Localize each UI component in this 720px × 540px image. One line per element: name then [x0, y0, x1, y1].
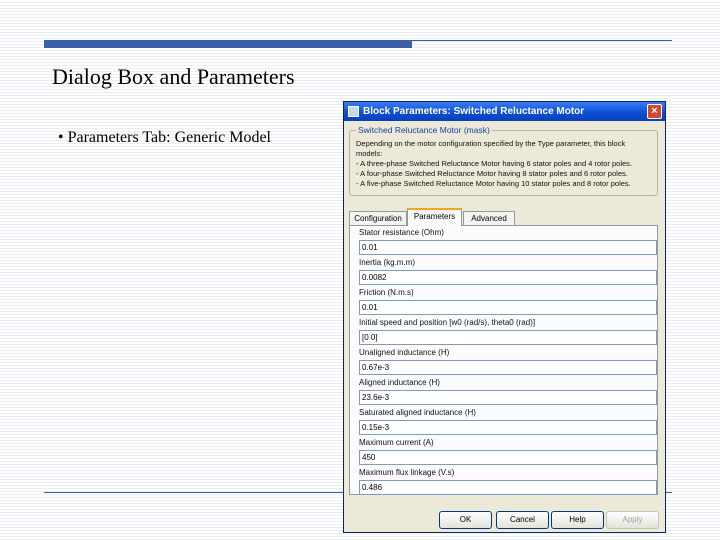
- description-line: - A five-phase Switched Reluctance Motor…: [356, 179, 631, 188]
- dialog-titlebar[interactable]: Block Parameters: Switched Reluctance Mo…: [344, 102, 665, 121]
- parameters-panel: Stator resistance (Ohm) 0.01 Inertia (kg…: [349, 225, 658, 495]
- inertia-field[interactable]: 0.0082: [359, 270, 657, 285]
- description-line: models:: [356, 149, 383, 158]
- close-button[interactable]: ×: [647, 104, 662, 119]
- dialog-title: Block Parameters: Switched Reluctance Mo…: [363, 106, 585, 117]
- tab-configuration[interactable]: Configuration: [349, 211, 407, 225]
- maximum-flux-linkage-field[interactable]: 0.486: [359, 480, 657, 495]
- ok-button[interactable]: OK: [439, 511, 492, 529]
- inertia-label: Inertia (kg.m.m): [359, 258, 416, 267]
- unaligned-inductance-label: Unaligned inductance (H): [359, 348, 450, 357]
- maximum-flux-linkage-label: Maximum flux linkage (V.s): [359, 468, 455, 477]
- slide-bullet: • Parameters Tab: Generic Model: [58, 129, 271, 146]
- maximum-current-field[interactable]: 450: [359, 450, 657, 465]
- unaligned-inductance-field[interactable]: 0.67e-3: [359, 360, 657, 375]
- description-line: - A three-phase Switched Reluctance Moto…: [356, 159, 632, 168]
- tab-parameters[interactable]: Parameters: [407, 208, 462, 226]
- cancel-button[interactable]: Cancel: [496, 511, 549, 529]
- maximum-current-label: Maximum current (A): [359, 438, 434, 447]
- saturated-aligned-inductance-label: Saturated aligned inductance (H): [359, 408, 476, 417]
- help-button[interactable]: Help: [551, 511, 604, 529]
- aligned-inductance-field[interactable]: 23.6e-3: [359, 390, 657, 405]
- stator-resistance-field[interactable]: 0.01: [359, 240, 657, 255]
- group-title: Switched Reluctance Motor (mask): [356, 125, 492, 135]
- top-accent-line: [412, 40, 672, 41]
- mask-description-group: Switched Reluctance Motor (mask) Dependi…: [349, 125, 658, 196]
- stator-resistance-label: Stator resistance (Ohm): [359, 228, 444, 237]
- aligned-inductance-label: Aligned inductance (H): [359, 378, 440, 387]
- slide-title: Dialog Box and Parameters: [52, 64, 295, 89]
- friction-label: Friction (N.m.s): [359, 288, 414, 297]
- initial-speed-position-label: Initial speed and position [w0 (rad/s), …: [359, 318, 536, 327]
- description-line: - A four-phase Switched Reluctance Motor…: [356, 169, 628, 178]
- top-accent-bar: [44, 40, 412, 48]
- window-icon: [348, 106, 359, 117]
- tab-advanced[interactable]: Advanced: [463, 211, 515, 225]
- friction-field[interactable]: 0.01: [359, 300, 657, 315]
- block-parameters-dialog: Block Parameters: Switched Reluctance Mo…: [343, 101, 666, 533]
- description-line: Depending on the motor configuration spe…: [356, 139, 626, 148]
- saturated-aligned-inductance-field[interactable]: 0.15e-3: [359, 420, 657, 435]
- initial-speed-position-field[interactable]: [0 0]: [359, 330, 657, 345]
- apply-button[interactable]: Apply: [606, 511, 659, 529]
